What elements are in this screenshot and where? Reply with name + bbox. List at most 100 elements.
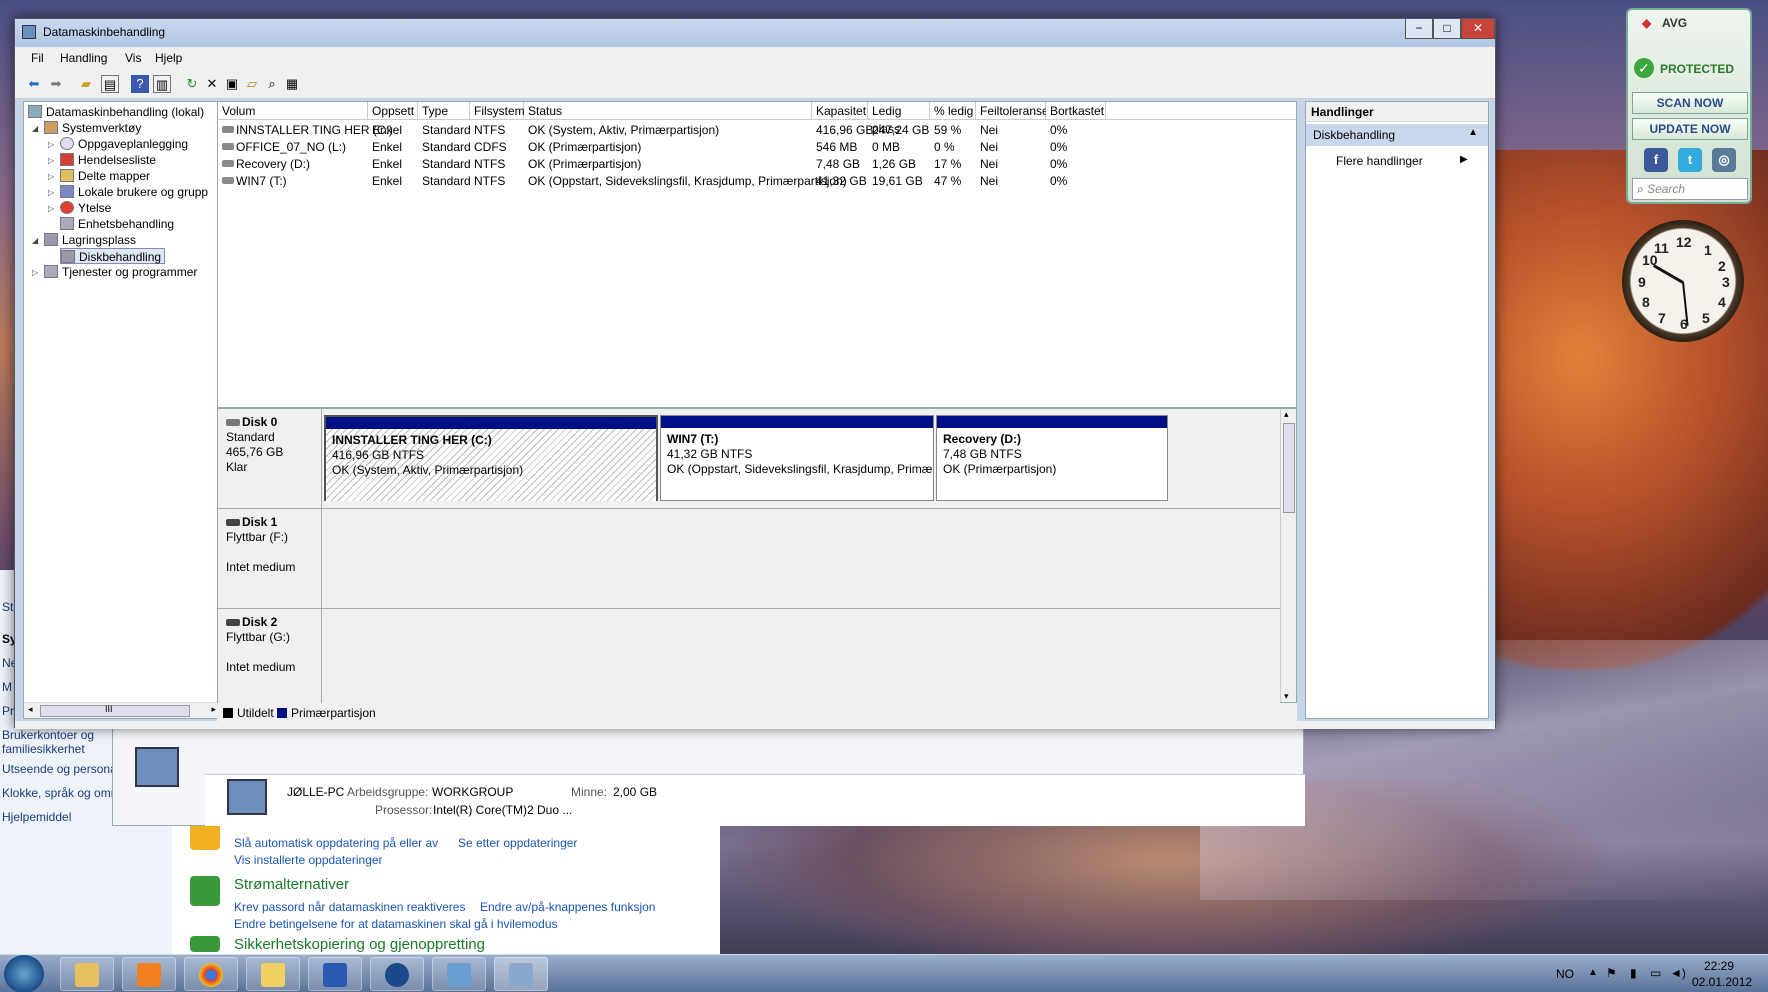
show-hidden-icons-icon[interactable]: ▲ <box>1588 967 1598 978</box>
tree-item-local-users[interactable]: Lokale brukere og grupp <box>60 184 208 200</box>
scroll-down-icon[interactable]: ▾ <box>1284 691 1289 702</box>
scroll-thumb[interactable] <box>1283 423 1295 513</box>
menu-view[interactable]: Vis <box>125 51 141 65</box>
require-password-link[interactable]: Krev passord når datamaskinen reaktivere… <box>234 900 465 914</box>
partition-c[interactable]: INNSTALLER TING HER (C:) 416,96 GB NTFS … <box>324 415 658 501</box>
scroll-left-icon[interactable]: ◂ <box>28 704 33 715</box>
clock-time[interactable]: 22:29 <box>1704 959 1734 973</box>
tree-item-task-scheduler[interactable]: Oppgaveplanlegging <box>60 136 188 152</box>
facebook-icon[interactable]: f <box>1644 148 1668 172</box>
column-header-type[interactable]: Type <box>418 102 470 120</box>
scroll-thumb[interactable]: III <box>40 704 190 717</box>
expander-icon[interactable]: ▷ <box>48 140 54 149</box>
tree-horizontal-scrollbar[interactable]: ◂ III ▸ <box>24 702 220 718</box>
tree-item-system-tools[interactable]: Systemverktøy <box>44 120 141 136</box>
more-actions-item[interactable]: Flere handlinger ▶ <box>1336 154 1468 168</box>
close-button[interactable]: ✕ <box>1461 19 1495 39</box>
properties-icon[interactable]: ▣ <box>223 75 241 93</box>
tree-item-root[interactable]: Datamaskinbehandling (lokal) <box>28 104 204 120</box>
menu-help[interactable]: Hjelp <box>155 51 182 65</box>
taskbar-word[interactable] <box>308 957 362 991</box>
check-updates-link[interactable]: Se etter oppdateringer <box>458 836 577 850</box>
maximize-button[interactable]: □ <box>1433 19 1461 39</box>
expander-icon[interactable]: ▷ <box>32 268 38 277</box>
backup-heading[interactable]: Sikkerhetskopiering og gjenoppretting <box>234 936 485 953</box>
scroll-right-icon[interactable]: ▸ <box>211 704 216 715</box>
tree-item-event-viewer[interactable]: Hendelsesliste <box>60 152 156 168</box>
avg-search-input[interactable]: ⌕ Search <box>1632 178 1748 200</box>
collapse-icon[interactable]: ▲ <box>1468 127 1478 138</box>
column-header-capacity[interactable]: Kapasitet <box>812 102 868 120</box>
disk-0-label[interactable]: Disk 0 Standard 465,76 GB Klar <box>218 409 322 509</box>
taskbar-media-player[interactable] <box>122 957 176 991</box>
partition-t[interactable]: WIN7 (T:) 41,32 GB NTFS OK (Oppstart, Si… <box>660 415 934 501</box>
sidebar-item-user-accounts[interactable]: Brukerkontoer og <box>2 728 94 742</box>
expander-icon[interactable]: ▷ <box>48 188 54 197</box>
delete-icon[interactable]: ✕ <box>203 75 221 93</box>
tree-item-storage[interactable]: Lagringsplass <box>44 232 136 248</box>
power-icon[interactable]: ▭ <box>1650 966 1661 980</box>
menu-file[interactable]: Fil <box>31 51 44 65</box>
installed-updates-link[interactable]: Vis installerte oppdateringer <box>234 853 383 867</box>
tree-item-services-apps[interactable]: Tjenester og programmer <box>44 264 197 280</box>
expander-icon[interactable]: ▷ <box>48 204 54 213</box>
table-row[interactable]: OFFICE_07_NO (L:) Enkel Standard CDFS OK (Pr… <box>218 139 1296 155</box>
taskbar-control-panel[interactable] <box>432 957 486 991</box>
search-icon[interactable]: ⌕ <box>263 75 281 93</box>
tree-item-performance[interactable]: Ytelse <box>60 200 111 216</box>
taskbar-explorer[interactable] <box>60 957 114 991</box>
update-now-button[interactable]: UPDATE NOW <box>1632 118 1748 140</box>
tree-item-shared-folders[interactable]: Delte mapper <box>60 168 150 184</box>
scan-now-button[interactable]: SCAN NOW <box>1632 92 1748 114</box>
minimize-button[interactable]: − <box>1405 19 1433 39</box>
action-center-flag-icon[interactable]: ⚑ <box>1606 966 1617 980</box>
show-hide-action-icon[interactable]: ▥ <box>153 75 171 93</box>
network-signal-icon[interactable]: ▮ <box>1630 966 1637 980</box>
partition-d[interactable]: Recovery (D:) 7,48 GB NTFS OK (Primærpar… <box>936 415 1168 501</box>
up-folder-icon[interactable]: ▰ <box>77 75 95 93</box>
sidebar-item-clock-language[interactable]: Klokke, språk og omr <box>2 786 115 800</box>
expander-icon[interactable]: ◢ <box>32 124 38 133</box>
column-header-percent-free[interactable]: % ledig <box>930 102 976 120</box>
sidebar-item-appearance[interactable]: Utseende og persona <box>2 762 117 776</box>
column-header-status[interactable]: Status <box>524 102 812 120</box>
sidebar-item[interactable]: M <box>2 680 12 694</box>
taskbar-messenger[interactable] <box>246 957 300 991</box>
power-buttons-link[interactable]: Endre av/på-knappenes funksjon <box>480 900 655 914</box>
clock-date[interactable]: 02.01.2012 <box>1692 975 1752 989</box>
language-indicator[interactable]: NO <box>1556 967 1574 981</box>
column-header-fault-tolerance[interactable]: Feiltoleranse <box>976 102 1049 120</box>
twitter-icon[interactable]: t <box>1678 148 1702 172</box>
open-icon[interactable]: ▱ <box>243 75 261 93</box>
sidebar-item[interactable]: Pr <box>2 704 14 718</box>
disk-1-label[interactable]: Disk 1 Flyttbar (F:) Intet medium <box>218 509 322 609</box>
help-icon[interactable]: ? <box>131 75 149 93</box>
column-header-free-space[interactable]: Ledig plass <box>868 102 930 136</box>
refresh-icon[interactable]: ↻ <box>183 75 201 93</box>
tree-item-disk-management[interactable]: Diskbehandling <box>60 248 166 264</box>
table-row[interactable]: WIN7 (T:) Enkel Standard NTFS OK (Oppstart, … <box>218 173 1296 189</box>
volume-icon[interactable]: ◄) <box>1670 966 1686 980</box>
column-header-overhead[interactable]: Bortkastet <box>1046 102 1106 120</box>
scroll-up-icon[interactable]: ▴ <box>1284 409 1289 420</box>
community-icon[interactable]: ◎ <box>1712 148 1736 172</box>
taskbar-chrome[interactable] <box>184 957 238 991</box>
disk-2-label[interactable]: Disk 2 Flyttbar (G:) Intet medium <box>218 609 322 704</box>
start-button[interactable] <box>4 955 44 992</box>
tree-item-device-manager[interactable]: Enhetsbehandling <box>60 216 174 232</box>
title-bar[interactable]: Datamaskinbehandling − □ ✕ <box>15 19 1495 47</box>
table-row[interactable]: INNSTALLER TING HER (C:) Enkel Standard NTF… <box>218 122 1296 138</box>
sleep-settings-link[interactable]: Endre betingelsene for at datamaskinen s… <box>234 917 558 931</box>
disk-vertical-scrollbar[interactable]: ▴ ▾ <box>1280 409 1296 702</box>
show-hide-tree-icon[interactable]: ▤ <box>101 75 119 93</box>
sidebar-item-user-accounts-line2[interactable]: familiesikkerhet <box>2 742 85 756</box>
menu-action[interactable]: Handling <box>60 51 107 65</box>
actions-section-disk-management[interactable]: Diskbehandling ▲ <box>1306 124 1488 146</box>
column-header-filesystem[interactable]: Filsystem <box>470 102 525 120</box>
table-row[interactable]: Recovery (D:) Enkel Standard NTFS OK (Primær… <box>218 156 1296 172</box>
auto-update-link[interactable]: Slå automatisk oppdatering på eller av <box>234 836 438 850</box>
back-arrow-icon[interactable]: ⬅ <box>25 75 43 93</box>
sidebar-item-accessibility[interactable]: Hjelpemiddel <box>2 810 71 824</box>
forward-arrow-icon[interactable]: ➡ <box>47 75 65 93</box>
expander-icon[interactable]: ◢ <box>32 236 38 245</box>
